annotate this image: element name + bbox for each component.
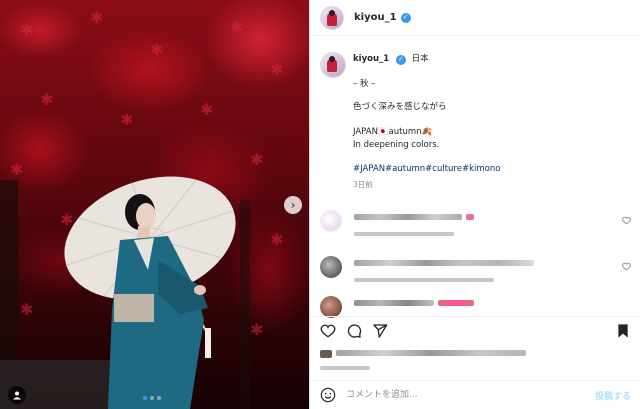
chevron-right-icon: ›	[290, 198, 296, 212]
tree-trunk	[240, 200, 250, 409]
caption-line-1: – 秋 –	[353, 79, 376, 89]
username-link[interactable]: kiyou_1	[354, 12, 397, 23]
maple-leaf-decoration: ✱	[270, 230, 284, 249]
comment-text-blurred	[354, 260, 534, 266]
maple-leaf-decoration: ✱	[230, 18, 244, 37]
liked-by-avatar	[320, 350, 332, 358]
caption-timestamp: 3日前	[353, 180, 373, 189]
post-comment-button[interactable]: 投稿する	[595, 389, 631, 402]
caption-line-2: 色づく深みを感じながら	[353, 102, 447, 112]
caption: kiyou_1 ✓ 日本 – 秋 – 色づく深みを感じながら JAPAN🇯🇵au…	[320, 52, 630, 189]
carousel-dot	[150, 396, 154, 400]
comment-icon[interactable]	[346, 323, 362, 339]
comment-avatar[interactable]	[320, 296, 342, 318]
maple-leaf-decoration: ✱	[250, 150, 264, 169]
caption-username[interactable]: kiyou_1	[353, 54, 389, 64]
carousel-dot-active	[143, 396, 147, 400]
liked-by-text-blurred	[336, 350, 526, 356]
comment-box: 投稿する	[310, 380, 640, 409]
post-photo[interactable]: ✱ ✱ ✱ ✱ ✱ ✱ ✱ ✱ ✱ ✱ ✱ ✱ ✱ ✱ ›	[0, 0, 309, 409]
maple-leaf-decoration: ✱	[20, 300, 34, 319]
maple-leaf-decoration: ✱	[20, 20, 34, 39]
maple-leaf-decoration: ✱	[10, 160, 24, 179]
verified-icon: ✓	[400, 12, 411, 23]
caption-avatar[interactable]	[320, 52, 346, 78]
avatar[interactable]	[320, 5, 344, 30]
heart-icon[interactable]	[320, 323, 336, 339]
carousel-dot	[157, 396, 161, 400]
comment-item	[320, 256, 632, 286]
next-photo-button[interactable]: ›	[284, 196, 302, 214]
caption-line-3: JAPAN🇯🇵autumn🍂	[353, 127, 433, 137]
comment-item	[320, 210, 632, 240]
verified-icon: ✓	[395, 54, 406, 65]
carousel-indicator	[143, 396, 161, 400]
maple-leaf-decoration: ✱	[270, 60, 284, 79]
comment-meta-blurred	[354, 232, 454, 236]
emoji-icon[interactable]	[320, 387, 336, 403]
comment-emoji-blurred	[466, 214, 474, 220]
heart-icon[interactable]	[622, 216, 631, 225]
maple-leaf-decoration: ✱	[200, 100, 214, 119]
comment-emoji-blurred	[438, 300, 474, 306]
maple-leaf-decoration: ✱	[90, 8, 104, 27]
maple-leaf-decoration: ✱	[250, 320, 264, 339]
post-details-panel: kiyou_1 ✓ kiyou_1 ✓ 日本 – 秋 – 色づく深みを感じながら…	[309, 0, 640, 409]
share-icon[interactable]	[372, 323, 388, 339]
comment-text-blurred	[354, 214, 462, 220]
maple-leaf-decoration: ✱	[40, 90, 54, 109]
caption-hashtags[interactable]: #JAPAN#autumn#culture#kimono	[353, 164, 500, 175]
heart-icon[interactable]	[622, 262, 631, 271]
comment-avatar[interactable]	[320, 256, 342, 278]
action-bar	[310, 316, 640, 344]
post-header: kiyou_1 ✓	[310, 0, 640, 36]
user-tag-button[interactable]	[8, 386, 26, 404]
caption-location[interactable]: 日本	[412, 54, 429, 64]
caption-line-4: In deepening colors.	[353, 140, 440, 150]
maple-leaf-decoration: ✱	[120, 110, 134, 129]
post-date-blurred	[320, 366, 370, 370]
maple-leaf-decoration: ✱	[150, 40, 164, 59]
user-tag-icon	[13, 391, 21, 400]
comment-input[interactable]	[346, 386, 566, 404]
comment-text-blurred	[354, 300, 434, 306]
bookmark-icon[interactable]	[615, 323, 631, 339]
comment-meta-blurred	[354, 278, 494, 282]
woman-in-kimono	[108, 194, 208, 409]
comment-avatar[interactable]	[320, 210, 342, 232]
